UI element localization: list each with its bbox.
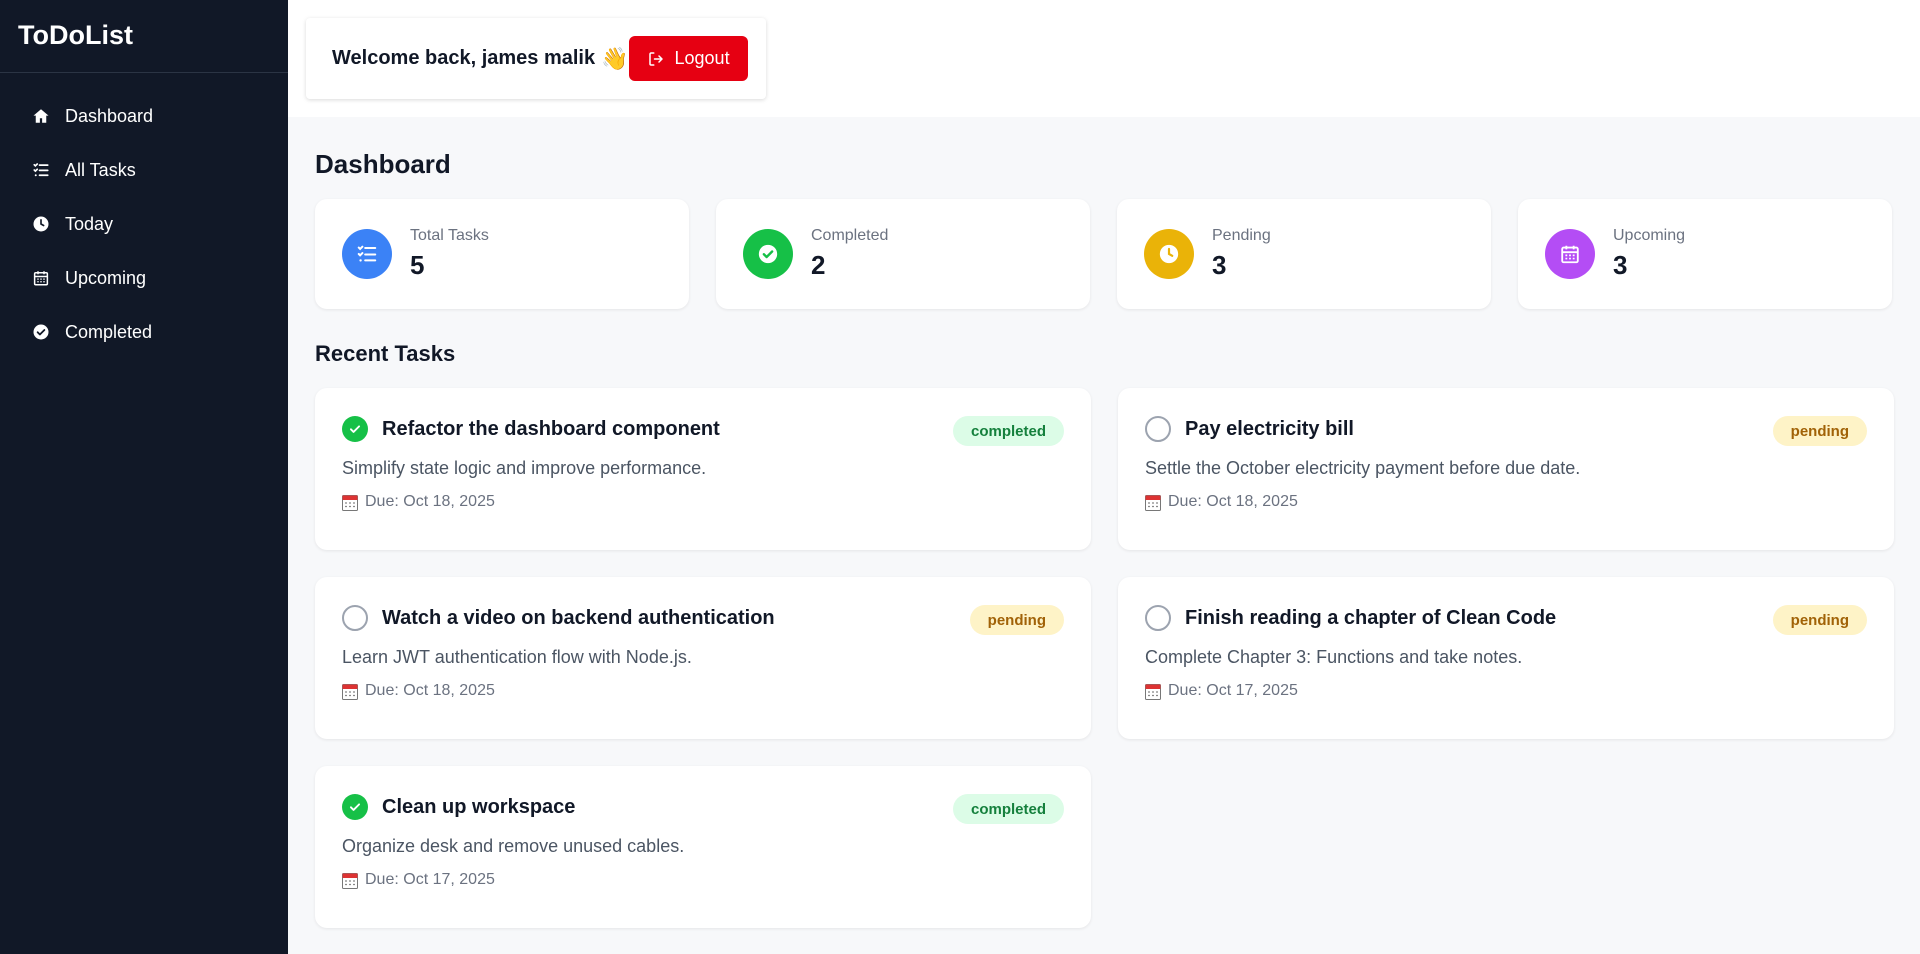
stat-label: Total Tasks xyxy=(410,227,489,244)
stat-card-pending: Pending 3 xyxy=(1117,199,1491,309)
logout-label: Logout xyxy=(674,48,730,68)
page-title: Dashboard xyxy=(315,149,451,179)
task-due-date: Due: Oct 17, 2025 xyxy=(1168,682,1298,699)
task-title: Clean up workspace xyxy=(382,795,576,818)
app-brand: ToDoList xyxy=(0,0,288,73)
check-circle-icon xyxy=(743,229,793,279)
sidebar-item-label: Today xyxy=(65,213,114,234)
sidebar-item-dashboard[interactable]: Dashboard xyxy=(0,89,288,143)
logout-button[interactable]: Logout xyxy=(628,36,748,81)
calendar-icon xyxy=(1545,229,1595,279)
sidebar: ToDoList Dashboard All Tasks Today Upcom… xyxy=(0,0,288,954)
task-checkbox-empty-icon[interactable] xyxy=(1145,416,1171,442)
status-badge: pending xyxy=(1772,416,1867,446)
home-icon xyxy=(32,107,50,125)
task-card[interactable]: Finish reading a chapter of Clean Code p… xyxy=(1118,577,1894,739)
calendar-icon xyxy=(342,872,358,889)
list-check-icon xyxy=(32,161,50,179)
recent-tasks-grid: Refactor the dashboard component complet… xyxy=(315,388,1894,928)
task-title: Finish reading a chapter of Clean Code xyxy=(1185,606,1557,629)
stat-card-total: Total Tasks 5 xyxy=(315,199,689,309)
stats-row: Total Tasks 5 Completed 2 Pending 3 Upco… xyxy=(315,199,1892,309)
task-description: Settle the October electricity payment b… xyxy=(1145,458,1581,478)
calendar-icon xyxy=(1145,683,1161,700)
stat-card-completed: Completed 2 xyxy=(716,199,1090,309)
check-circle-icon xyxy=(32,323,50,341)
clock-icon xyxy=(1144,229,1194,279)
task-title: Pay electricity bill xyxy=(1185,417,1354,440)
logout-icon xyxy=(648,51,663,66)
task-card[interactable]: Pay electricity bill pending Settle the … xyxy=(1118,388,1894,550)
calendar-icon xyxy=(342,683,358,700)
status-badge: completed xyxy=(952,416,1064,446)
task-checkbox-checked-icon[interactable] xyxy=(342,416,368,442)
status-badge: completed xyxy=(952,794,1064,824)
calendar-icon xyxy=(1145,494,1161,511)
sidebar-item-all-tasks[interactable]: All Tasks xyxy=(0,143,288,197)
task-card[interactable]: Clean up workspace completed Organize de… xyxy=(315,766,1091,928)
sidebar-item-label: Dashboard xyxy=(65,105,154,126)
task-due-date: Due: Oct 18, 2025 xyxy=(365,493,495,510)
wave-emoji: 👋 xyxy=(601,45,629,71)
stat-label: Completed xyxy=(811,227,889,244)
clock-icon xyxy=(32,215,50,233)
top-header: Welcome back, james malik 👋 Logout xyxy=(288,0,1920,117)
task-description: Learn JWT authentication flow with Node.… xyxy=(342,647,692,667)
task-due-date: Due: Oct 18, 2025 xyxy=(1168,493,1298,510)
stat-label: Upcoming xyxy=(1613,227,1686,244)
task-card[interactable]: Refactor the dashboard component complet… xyxy=(315,388,1091,550)
status-badge: pending xyxy=(1772,605,1867,635)
sidebar-item-label: Upcoming xyxy=(65,267,147,288)
welcome-card: Welcome back, james malik 👋 Logout xyxy=(306,18,766,99)
task-checkbox-empty-icon[interactable] xyxy=(1145,605,1171,631)
task-description: Organize desk and remove unused cables. xyxy=(342,836,685,856)
sidebar-item-label: Completed xyxy=(65,321,153,342)
task-description: Simplify state logic and improve perform… xyxy=(342,458,707,478)
task-title: Refactor the dashboard component xyxy=(382,417,720,440)
status-badge: pending xyxy=(969,605,1064,635)
sidebar-item-upcoming[interactable]: Upcoming xyxy=(0,251,288,305)
task-due-date: Due: Oct 18, 2025 xyxy=(365,682,495,699)
list-check-icon xyxy=(342,229,392,279)
task-title: Watch a video on backend authentication xyxy=(382,606,775,629)
stat-value: 3 xyxy=(1613,250,1628,280)
calendar-icon xyxy=(32,269,50,287)
calendar-icon xyxy=(342,494,358,511)
task-due-date: Due: Oct 17, 2025 xyxy=(365,871,495,888)
task-card[interactable]: Watch a video on backend authentication … xyxy=(315,577,1091,739)
task-checkbox-checked-icon[interactable] xyxy=(342,794,368,820)
stat-value: 5 xyxy=(410,250,425,280)
stat-card-upcoming: Upcoming 3 xyxy=(1518,199,1892,309)
sidebar-nav: Dashboard All Tasks Today Upcoming Compl… xyxy=(0,73,288,359)
stat-value: 3 xyxy=(1212,250,1227,280)
task-checkbox-empty-icon[interactable] xyxy=(342,605,368,631)
stat-label: Pending xyxy=(1212,227,1271,244)
stat-value: 2 xyxy=(811,250,826,280)
sidebar-item-completed[interactable]: Completed xyxy=(0,305,288,359)
main-content: Dashboard Total Tasks 5 Completed 2 Pend… xyxy=(288,117,1920,954)
task-description: Complete Chapter 3: Functions and take n… xyxy=(1145,647,1523,667)
sidebar-item-label: All Tasks xyxy=(65,159,136,180)
welcome-message: Welcome back, james malik xyxy=(332,47,596,69)
sidebar-item-today[interactable]: Today xyxy=(0,197,288,251)
recent-tasks-title: Recent Tasks xyxy=(315,341,456,366)
